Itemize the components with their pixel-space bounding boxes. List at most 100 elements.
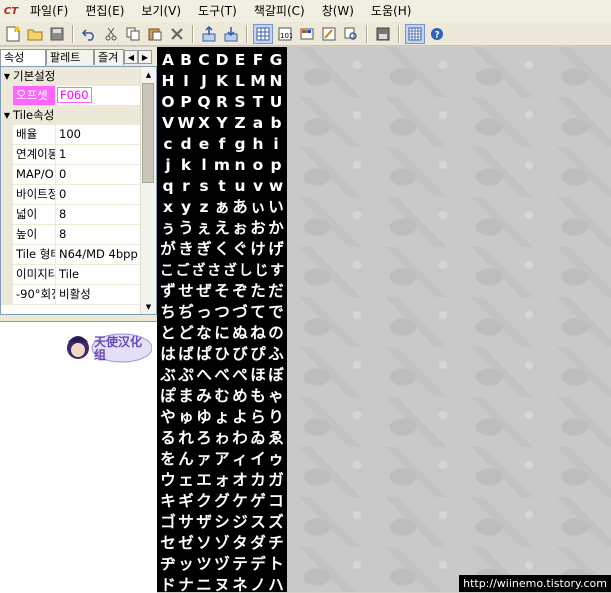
editor-canvas[interactable]: http://wiinemo.tistory.com <box>287 47 611 592</box>
search-icon[interactable] <box>341 24 361 44</box>
menu-help[interactable]: 도움(H) <box>363 0 420 22</box>
tile-glyph: ぞ <box>232 282 248 300</box>
tab-scroll-right-icon[interactable]: ▶ <box>138 50 152 64</box>
save-icon[interactable] <box>47 24 67 44</box>
cut-icon[interactable] <box>101 24 121 44</box>
scroll-down-icon[interactable]: ▼ <box>141 299 156 314</box>
tile-viewer[interactable]: ABCDEFGHIJKLMNOPQRSTUVWXYZabcdefghijklmn… <box>157 47 287 592</box>
property-row-offset[interactable]: 오프셋 F060 <box>1 86 141 106</box>
new-document-icon[interactable] <box>3 24 23 44</box>
menu-window[interactable]: 창(W) <box>314 0 363 22</box>
tile-view-icon[interactable] <box>253 23 273 44</box>
tile-glyph: x <box>163 198 173 216</box>
paste-icon[interactable] <box>145 24 165 44</box>
toolbar-separator <box>246 24 248 43</box>
tile-row: cdefghi <box>157 134 287 155</box>
scroll-thumb[interactable] <box>142 83 154 183</box>
edit-icon[interactable] <box>319 24 339 44</box>
tile-row: OPQRSTU <box>157 92 287 113</box>
tile-row: キギクグケゲコ <box>157 491 287 512</box>
toolbar: 101 ? <box>0 22 611 46</box>
tab-favorites[interactable]: 즐겨 <box>94 49 124 65</box>
tile-glyph: セ <box>160 534 176 552</box>
tile-glyph: ら <box>250 408 266 426</box>
property-value[interactable]: 8 <box>56 225 141 244</box>
tile-row: とどなにぬねの <box>157 323 287 344</box>
property-value[interactable]: 1 <box>56 145 141 164</box>
tab-scroll-left-icon[interactable]: ◀ <box>124 50 138 64</box>
tile-glyph: デ <box>250 555 266 573</box>
tile-glyph: か <box>268 219 284 237</box>
tile-glyph: ん <box>178 450 194 468</box>
property-value[interactable]: 8 <box>56 205 141 224</box>
tile-glyph: に <box>214 324 230 342</box>
menu-view[interactable]: 보기(V) <box>133 0 190 22</box>
row-gutter <box>1 205 13 224</box>
property-scrollbar[interactable]: ▲ ▼ <box>140 67 156 314</box>
offset-field[interactable]: F060 <box>56 86 141 105</box>
tile-glyph: さ <box>207 263 222 279</box>
property-row[interactable]: 배율 100 <box>1 125 141 145</box>
property-value[interactable]: 0 <box>56 165 141 184</box>
property-value[interactable]: 0 <box>56 185 141 204</box>
tile-glyph: や <box>160 408 176 426</box>
property-row[interactable]: Tile 형태N64/MD 4bpp <box>1 245 141 265</box>
tab-properties[interactable]: 속성 <box>0 49 46 66</box>
property-row[interactable]: 높이 8 <box>1 225 141 245</box>
tile-glyph: り <box>268 408 284 426</box>
tile-glyph: ザ <box>196 513 212 531</box>
open-folder-icon[interactable] <box>25 24 45 44</box>
menu-file[interactable]: 파일(F) <box>22 0 77 22</box>
tile-glyph: え <box>214 219 230 237</box>
property-value[interactable]: Tile <box>56 265 141 284</box>
collapse-icon[interactable]: ▼ <box>1 106 13 125</box>
disk-icon[interactable] <box>373 24 393 44</box>
tile-glyph: ク <box>196 492 212 510</box>
property-row[interactable]: MAP/O 0 <box>1 165 141 185</box>
scroll-up-icon[interactable]: ▲ <box>141 67 156 82</box>
import-icon[interactable] <box>199 24 219 44</box>
tile-glyph: ふ <box>268 345 284 363</box>
tile-glyph: ェ <box>178 471 194 489</box>
group-logo: 天使汉化组 <box>66 330 153 366</box>
delete-icon[interactable] <box>167 24 187 44</box>
tile-glyph: ぢ <box>178 303 194 321</box>
property-row[interactable]: -90°회전비활성 <box>1 285 141 305</box>
tile-glyph: y <box>180 198 192 216</box>
tile-glyph: づ <box>232 303 248 321</box>
menu-bookmarks[interactable]: 책갈피(C) <box>246 0 314 22</box>
tile-glyph: ゾ <box>214 534 230 552</box>
grid-icon[interactable] <box>405 23 425 44</box>
category-basic[interactable]: ▼ 기본설정 <box>1 67 141 86</box>
copy-icon[interactable] <box>123 24 143 44</box>
toolbar-separator <box>366 24 368 43</box>
svg-text:101: 101 <box>280 32 292 40</box>
tile-row: HIJKLMN <box>157 71 287 92</box>
numeric-view-icon[interactable]: 101 <box>275 24 295 44</box>
menu-edit[interactable]: 편집(E) <box>77 0 133 22</box>
row-gutter <box>1 265 13 284</box>
undo-icon[interactable] <box>79 24 99 44</box>
category-tile[interactable]: ▼ Tile속성 <box>1 106 141 125</box>
tile-glyph: テ <box>232 555 248 573</box>
tile-glyph: I <box>183 72 189 90</box>
tile-glyph: よ <box>232 408 248 426</box>
property-value[interactable]: 100 <box>56 125 141 144</box>
menu-tools[interactable]: 도구(T) <box>190 0 246 22</box>
tile-glyph: n <box>234 156 246 174</box>
tab-palette[interactable]: 팔레트 <box>46 49 94 65</box>
property-value[interactable]: 비활성 <box>56 285 141 304</box>
property-row[interactable]: 이미지타 Tile <box>1 265 141 285</box>
tile-glyph: ぇ <box>196 219 212 237</box>
property-row[interactable]: 넓이 8 <box>1 205 141 225</box>
tile-glyph: Q <box>197 93 211 111</box>
help-icon[interactable]: ? <box>427 24 447 44</box>
export-icon[interactable] <box>221 24 241 44</box>
property-row[interactable]: 연계이동 1 <box>1 145 141 165</box>
toolbar-separator <box>398 24 400 43</box>
property-row[interactable]: 바이트정 0 <box>1 185 141 205</box>
collapse-icon[interactable]: ▼ <box>1 67 13 86</box>
property-value[interactable]: N64/MD 4bpp <box>56 245 141 264</box>
palette-icon[interactable] <box>297 24 317 44</box>
tile-glyph: キ <box>160 492 176 510</box>
